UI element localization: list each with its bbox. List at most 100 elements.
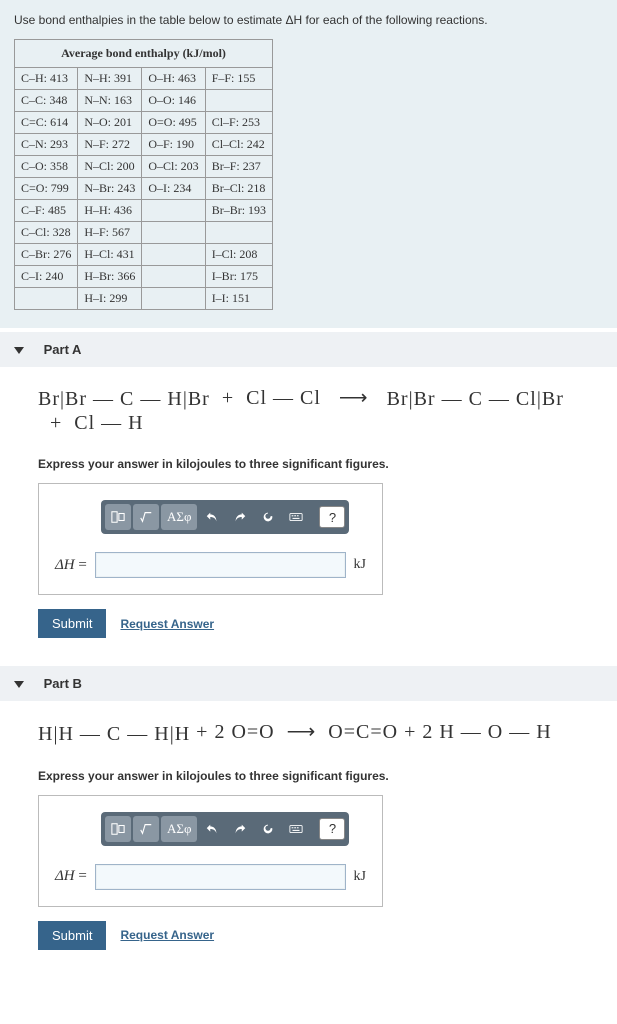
table-cell: I–Br: 175 [205,265,272,287]
table-cell [142,221,205,243]
instruction-a: Express your answer in kilojoules to thr… [38,457,589,471]
table-cell [15,287,78,309]
delta-h-label-b: ΔH = [55,868,87,885]
part-a-title: Part A [44,342,82,357]
instruction-b: Express your answer in kilojoules to thr… [38,769,589,783]
bond-enthalpy-table: Average bond enthalpy (kJ/mol) C–H: 413N… [14,39,273,310]
table-cell: C–F: 485 [15,199,78,221]
table-cell: Br–Cl: 218 [205,177,272,199]
table-cell: C–H: 413 [15,67,78,89]
reaction-b: H|H — C — H|H + 2 O=O ⟶ O=C=O + 2 H — O … [38,719,589,746]
table-cell: C–I: 240 [15,265,78,287]
table-cell: O–I: 234 [142,177,205,199]
reset-icon[interactable] [255,816,281,842]
greek-symbols-button[interactable]: ΑΣφ [161,504,197,530]
table-cell: O–F: 190 [142,133,205,155]
request-answer-link-b[interactable]: Request Answer [120,928,214,942]
intro-text: Use bond enthalpies in the table below t… [14,12,603,29]
help-button[interactable]: ? [319,506,345,528]
part-a-body: Br|Br — C — H|Br + Cl — Cl ⟶ Br|Br — C —… [0,367,617,662]
sqrt-icon[interactable] [133,504,159,530]
table-cell: I–Cl: 208 [205,243,272,265]
template-icon[interactable] [105,816,131,842]
unit-a: kJ [354,557,366,573]
table-cell: C=O: 799 [15,177,78,199]
table-cell: I–I: 151 [205,287,272,309]
format-toolbar-b: ΑΣφ ? [101,812,349,846]
chevron-down-icon [14,681,24,688]
table-row: H–I: 299 I–I: 151 [15,287,273,309]
table-cell [142,199,205,221]
table-row: C–O: 358N–Cl: 200O–Cl: 203Br–F: 237 [15,155,273,177]
table-cell: H–Br: 366 [78,265,142,287]
reaction-a: Br|Br — C — H|Br + Cl — Cl ⟶ Br|Br — C —… [38,385,589,435]
keyboard-icon[interactable] [283,816,309,842]
table-cell: C–C: 348 [15,89,78,111]
keyboard-icon[interactable] [283,504,309,530]
undo-icon[interactable] [199,504,225,530]
redo-icon[interactable] [227,504,253,530]
table-cell: N–Cl: 200 [78,155,142,177]
submit-button-a[interactable]: Submit [38,609,106,638]
greek-symbols-button[interactable]: ΑΣφ [161,816,197,842]
answer-input-a[interactable] [95,552,346,578]
table-cell: N–O: 201 [78,111,142,133]
undo-icon[interactable] [199,816,225,842]
table-cell [142,265,205,287]
sqrt-icon[interactable] [133,816,159,842]
table-cell: O–O: 146 [142,89,205,111]
table-cell: Br–Br: 193 [205,199,272,221]
part-a-header[interactable]: Part A [0,332,617,367]
part-b-header[interactable]: Part B [0,666,617,701]
table-row: C–N: 293N–F: 272O–F: 190Cl–Cl: 242 [15,133,273,155]
table-row: C–I: 240H–Br: 366 I–Br: 175 [15,265,273,287]
submit-button-b[interactable]: Submit [38,921,106,950]
table-cell: C–Cl: 328 [15,221,78,243]
table-cell: Cl–F: 253 [205,111,272,133]
table-row: C=O: 799N–Br: 243O–I: 234Br–Cl: 218 [15,177,273,199]
reset-icon[interactable] [255,504,281,530]
table-cell [205,89,272,111]
table-cell: H–H: 436 [78,199,142,221]
table-header: Average bond enthalpy (kJ/mol) [15,39,273,67]
redo-icon[interactable] [227,816,253,842]
table-cell: N–F: 272 [78,133,142,155]
answer-box-b: ΑΣφ ? ΔH = kJ [38,795,383,907]
table-cell [205,221,272,243]
answer-box-a: ΑΣφ ? ΔH = kJ [38,483,383,595]
table-cell: H–Cl: 431 [78,243,142,265]
table-cell: Br–F: 237 [205,155,272,177]
answer-input-b[interactable] [95,864,346,890]
table-cell: N–Br: 243 [78,177,142,199]
table-cell: O=O: 495 [142,111,205,133]
table-row: C–H: 413N–H: 391O–H: 463F–F: 155 [15,67,273,89]
part-b-title: Part B [44,676,82,691]
table-row: C–Br: 276H–Cl: 431 I–Cl: 208 [15,243,273,265]
table-cell: C–Br: 276 [15,243,78,265]
table-row: C–F: 485H–H: 436 Br–Br: 193 [15,199,273,221]
table-cell: C–O: 358 [15,155,78,177]
table-row: C–C: 348N–N: 163O–O: 146 [15,89,273,111]
table-row: C–Cl: 328H–F: 567 [15,221,273,243]
problem-intro: Use bond enthalpies in the table below t… [0,0,617,328]
table-cell: H–I: 299 [78,287,142,309]
table-cell: F–F: 155 [205,67,272,89]
table-cell: O–H: 463 [142,67,205,89]
delta-h-label-a: ΔH = [55,557,87,574]
table-cell [142,243,205,265]
table-row: C=C: 614N–O: 201O=O: 495Cl–F: 253 [15,111,273,133]
table-cell: C=C: 614 [15,111,78,133]
table-cell: Cl–Cl: 242 [205,133,272,155]
request-answer-link-a[interactable]: Request Answer [120,617,214,631]
format-toolbar-a: ΑΣφ ? [101,500,349,534]
part-b-body: H|H — C — H|H + 2 O=O ⟶ O=C=O + 2 H — O … [0,701,617,973]
table-cell: H–F: 567 [78,221,142,243]
table-cell [142,287,205,309]
unit-b: kJ [354,869,366,885]
template-icon[interactable] [105,504,131,530]
help-button[interactable]: ? [319,818,345,840]
table-cell: N–N: 163 [78,89,142,111]
chevron-down-icon [14,347,24,354]
table-cell: O–Cl: 203 [142,155,205,177]
table-cell: N–H: 391 [78,67,142,89]
